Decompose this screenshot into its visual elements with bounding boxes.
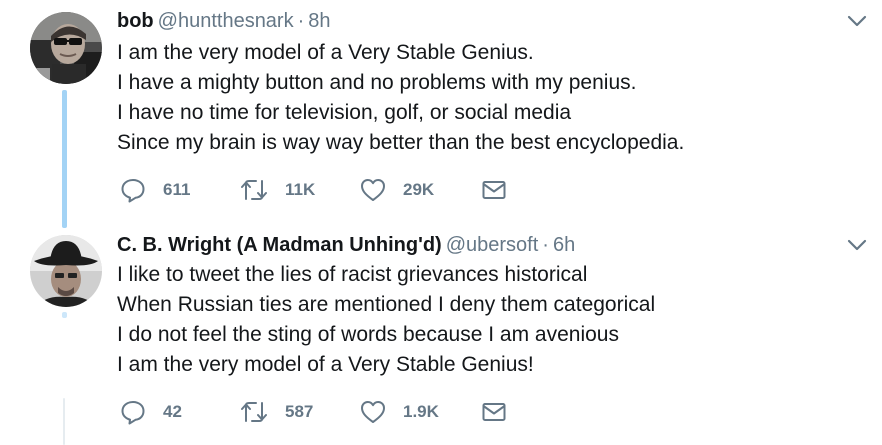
tweet-actions: 42 587 1.9K — [120, 397, 520, 427]
timestamp[interactable]: 6h — [553, 234, 575, 256]
direct-message-icon — [482, 181, 506, 199]
like-count: 29K — [403, 180, 435, 199]
avatar[interactable] — [30, 235, 102, 307]
tweet-line: I have a mighty button and no problems w… — [117, 71, 637, 94]
reply-icon — [121, 179, 145, 203]
display-name[interactable]: C. B. Wright (A Madman Unhing'd) — [117, 234, 442, 256]
chevron-down-icon[interactable] — [846, 10, 868, 32]
like-button[interactable]: 1.9K — [360, 397, 439, 427]
retweet-button[interactable]: 11K — [240, 175, 315, 205]
reply-button[interactable]: 611 — [120, 175, 190, 205]
tweet-line: I am the very model of a Very Stable Gen… — [117, 353, 534, 376]
user-handle[interactable]: @huntthesnark — [158, 10, 294, 32]
separator-dot: · — [542, 234, 549, 256]
retweet-count: 11K — [285, 180, 316, 199]
direct-message-button[interactable] — [482, 175, 506, 205]
like-count: 1.9K — [403, 402, 439, 421]
display-name[interactable]: bob — [117, 10, 154, 32]
avatar[interactable] — [30, 12, 102, 84]
direct-message-button[interactable] — [482, 397, 506, 427]
tweet[interactable]: C. B. Wright (A Madman Unhing'd) @ubersof… — [0, 222, 882, 445]
like-icon — [361, 179, 385, 201]
retweet-count: 587 — [285, 402, 314, 421]
thread-connector — [62, 312, 67, 318]
retweet-icon — [241, 402, 267, 422]
tweet[interactable]: bob @huntthesnark · 8h I am the very model … — [0, 0, 882, 222]
tweet-line: Since my brain is way way better than th… — [117, 131, 685, 154]
tweet-actions: 611 11K 29K — [120, 175, 520, 205]
tweet-line: I do not feel the sting of words because… — [117, 323, 619, 346]
reply-count: 42 — [163, 402, 182, 421]
tweet-line: I have no time for television, golf, or … — [117, 101, 572, 124]
retweet-button[interactable]: 587 — [240, 397, 313, 427]
retweet-icon — [241, 180, 267, 200]
reply-count: 611 — [163, 180, 191, 199]
tweet-text: I am the very model of a Very Stable Gen… — [117, 38, 684, 158]
tweet-header: C. B. Wright (A Madman Unhing'd) @ubersof… — [117, 233, 575, 257]
like-icon — [361, 401, 385, 423]
like-button[interactable]: 29K — [360, 175, 434, 205]
avatar-bob-sunglasses-icon — [30, 12, 102, 84]
separator-dot: · — [297, 10, 305, 32]
timestamp[interactable]: 8h — [308, 10, 330, 32]
chevron-down-icon[interactable] — [846, 234, 868, 256]
avatar-cowboy-hat-icon — [30, 235, 102, 307]
tweet-line: When Russian ties are mentioned I deny t… — [117, 293, 656, 316]
direct-message-icon — [482, 403, 506, 421]
tweet-text: I like to tweet the lies of racist griev… — [117, 260, 655, 380]
user-handle[interactable]: @ubersoft — [446, 234, 539, 256]
reply-icon — [121, 401, 145, 425]
thread-connector — [63, 398, 65, 445]
tweet-header: bob @huntthesnark · 8h — [117, 9, 331, 33]
reply-button[interactable]: 42 — [120, 397, 182, 427]
tweet-line: I like to tweet the lies of racist griev… — [117, 263, 588, 286]
tweet-line: I am the very model of a Very Stable Gen… — [117, 41, 534, 64]
thread-connector — [62, 90, 67, 228]
